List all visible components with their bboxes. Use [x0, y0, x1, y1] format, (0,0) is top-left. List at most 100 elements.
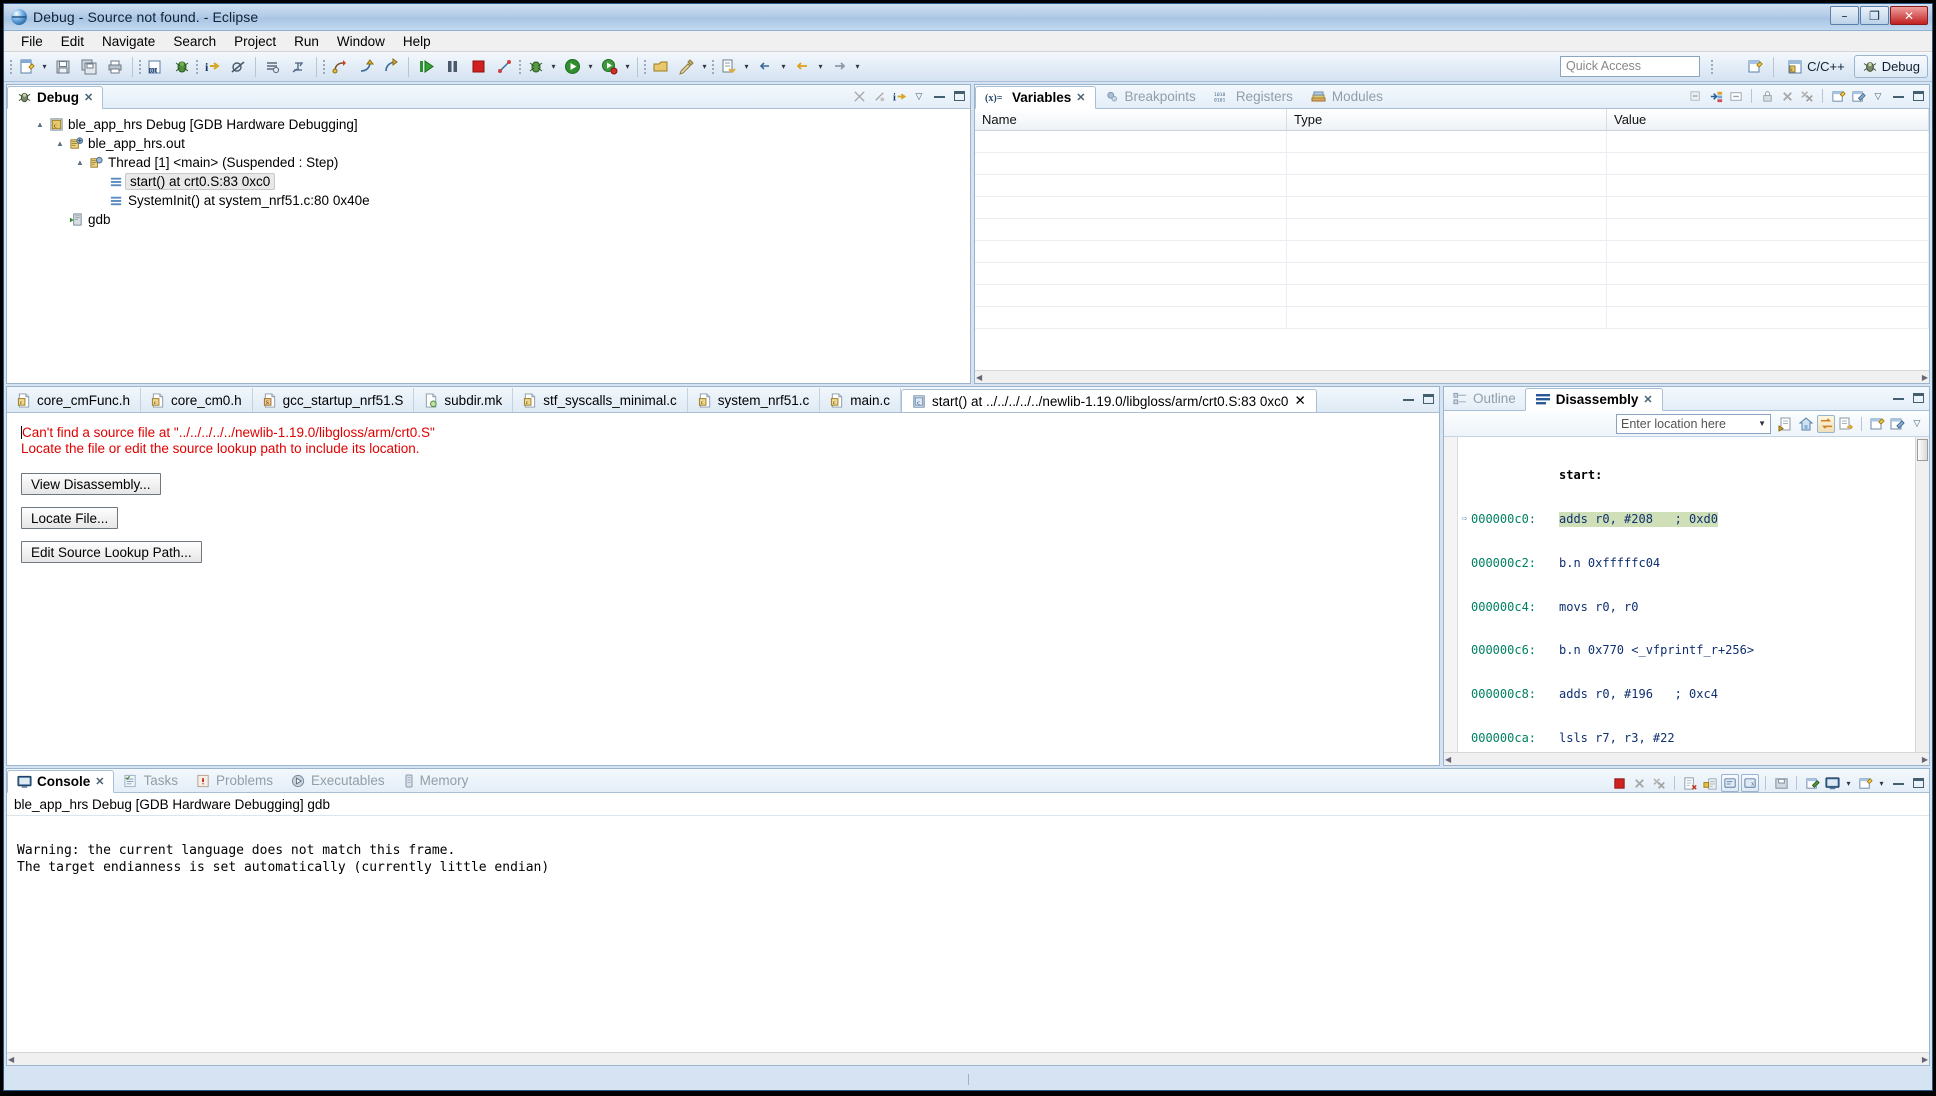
remove-all-launches-icon[interactable]	[1650, 774, 1668, 792]
tree-node-thread[interactable]: ▲ Thread [1] <main> (Suspended : Step)	[7, 153, 970, 172]
menu-file[interactable]: File	[12, 32, 52, 51]
disassembly-line[interactable]: 000000c4: movs r0, r0	[1458, 600, 1915, 615]
disassembly-line[interactable]: 000000c2: b.n 0xfffffc04	[1458, 556, 1915, 571]
search-dropdown-arrow-icon[interactable]: ▾	[699, 55, 710, 79]
new-view-icon[interactable]	[1868, 415, 1886, 433]
step-over-icon[interactable]	[379, 55, 403, 79]
prev-annotation-dropdown-icon[interactable]: ▾	[778, 55, 789, 79]
next-annotation-dropdown-icon[interactable]: ▾	[741, 55, 752, 79]
disassembly-gutter[interactable]	[1444, 437, 1458, 752]
skip-breakpoints-icon[interactable]	[226, 55, 250, 79]
suspend-icon[interactable]	[440, 55, 464, 79]
collapse-icon[interactable]	[1727, 87, 1745, 105]
link-debug-icon[interactable]	[1837, 415, 1855, 433]
prev-annotation-icon[interactable]	[753, 55, 777, 79]
scroll-left-icon[interactable]: ◀	[1445, 755, 1451, 764]
quick-access-input[interactable]: Quick Access	[1560, 56, 1700, 77]
tab-tasks[interactable]: Tasks	[114, 769, 187, 792]
disassembly-line[interactable]: 000000ca: lsls r7, r3, #22	[1458, 731, 1915, 746]
minimize-view-icon-4[interactable]	[1889, 774, 1907, 792]
clear-console-icon[interactable]	[1681, 774, 1699, 792]
expand-arrow-icon-3[interactable]: ▲	[73, 158, 87, 167]
table-row[interactable]	[975, 175, 1929, 197]
perspective-drag-handle[interactable]	[1709, 56, 1714, 78]
tab-debug[interactable]: Debug ✕	[7, 86, 104, 109]
coverage-dropdown-icon[interactable]	[597, 55, 621, 79]
tab-variables[interactable]: (x)= Variables ✕	[975, 86, 1096, 109]
step-info-icon[interactable]: i	[200, 55, 224, 79]
disassembly-line[interactable]: 000000c8: adds r0, #196 ; 0xc4	[1458, 687, 1915, 702]
scroll-left-icon[interactable]: ◀	[976, 373, 982, 382]
minimize-view-icon-2[interactable]	[1889, 87, 1907, 105]
editor-tab-system-nrf51[interactable]: c system_nrf51.c	[688, 388, 821, 412]
toolbar-drag-handle-6[interactable]	[642, 56, 647, 78]
editor-tab-gcc-startup[interactable]: S gcc_startup_nrf51.S	[253, 388, 415, 412]
tab-modules[interactable]: Modules	[1302, 85, 1392, 108]
location-combo[interactable]: Enter location here ▼	[1616, 413, 1771, 434]
menu-run[interactable]: Run	[285, 32, 328, 51]
remove-icon[interactable]	[1778, 87, 1796, 105]
column-name[interactable]: Name	[975, 109, 1287, 130]
toolbar-drag-handle-2[interactable]	[137, 56, 142, 78]
scroll-left-icon[interactable]: ◀	[8, 1055, 14, 1064]
step-into-icon[interactable]	[353, 55, 377, 79]
scroll-right-icon[interactable]: ▶	[1922, 373, 1928, 382]
debug-last-icon[interactable]	[169, 55, 193, 79]
scrollbar-thumb[interactable]	[1917, 439, 1928, 461]
console-output[interactable]: Warning: the current language does not m…	[7, 816, 1929, 876]
terminate-icon[interactable]	[466, 55, 490, 79]
column-type[interactable]: Type	[1287, 109, 1607, 130]
pin-console-icon-2[interactable]: x	[1741, 774, 1759, 792]
tree-node-process[interactable]: ▲ ble_app_hrs.out	[7, 134, 970, 153]
perspective-cpp[interactable]: c C/C++	[1780, 55, 1852, 78]
toolbar-drag-handle[interactable]	[8, 56, 13, 78]
save-console-icon[interactable]	[1772, 774, 1790, 792]
table-row[interactable]	[975, 285, 1929, 307]
variables-hscrollbar[interactable]: ◀ ▶	[975, 370, 1929, 383]
back-nav-icon[interactable]	[790, 55, 814, 79]
menu-project[interactable]: Project	[225, 32, 285, 51]
disassembly-line[interactable]: 000000c6: b.n 0x770 <_vfprintf_r+256>	[1458, 643, 1915, 658]
remove-all-icon[interactable]	[1798, 87, 1816, 105]
menu-window[interactable]: Window	[328, 32, 394, 51]
disassembly-line[interactable]: ⇨ 000000c0: adds r0, #208 ; 0xd0	[1458, 511, 1915, 527]
show-console-icon-2[interactable]	[1721, 774, 1739, 792]
tree-node-frame-start[interactable]: start() at crt0.S:83 0xc0	[7, 172, 970, 191]
editor-tab-core-cm0[interactable]: c core_cm0.h	[141, 388, 253, 412]
maximize-view-icon-2[interactable]	[1909, 87, 1927, 105]
tab-breakpoints[interactable]: Breakpoints	[1096, 85, 1205, 108]
back-nav-dropdown-icon[interactable]: ▾	[815, 55, 826, 79]
editor-tab-main-c[interactable]: c main.c	[820, 388, 902, 412]
scroll-lock-icon[interactable]	[1701, 774, 1719, 792]
new-file-icon[interactable]	[14, 55, 38, 79]
variables-table-rows[interactable]	[975, 131, 1929, 370]
debug-dropdown-arrow-icon[interactable]: ▾	[548, 55, 559, 79]
view-menu-icon[interactable]: ▽	[910, 87, 928, 105]
terminate-icon-2[interactable]	[1610, 774, 1628, 792]
tree-node-gdb[interactable]: gdb	[7, 210, 970, 229]
resume-skip-icon[interactable]	[327, 55, 351, 79]
close-icon[interactable]: ✕	[84, 91, 93, 104]
table-row[interactable]	[975, 263, 1929, 285]
editor-tab-source-not-found[interactable]: c start() at ../../../../../newlib-1.19.…	[901, 389, 1317, 412]
run-dropdown-arrow-icon[interactable]: ▾	[585, 55, 596, 79]
disassembly-hscrollbar[interactable]: ◀ ▶	[1444, 752, 1929, 765]
menu-navigate[interactable]: Navigate	[93, 32, 164, 51]
view-menu-icon-2[interactable]: ▽	[1869, 87, 1887, 105]
chevron-down-icon[interactable]: ▼	[1758, 419, 1766, 428]
display-console-dropdown-icon[interactable]: ▾	[1843, 771, 1854, 795]
toolbar-drag-handle-5[interactable]	[517, 56, 522, 78]
open-type-icon[interactable]	[648, 55, 672, 79]
minimize-view-icon[interactable]	[930, 87, 948, 105]
column-value[interactable]: Value	[1607, 109, 1929, 130]
goto-pc-icon[interactable]	[1777, 415, 1795, 433]
tab-problems[interactable]: Problems	[187, 769, 282, 792]
save-all-icon[interactable]	[77, 55, 101, 79]
disconnect-all-icon[interactable]	[850, 87, 868, 105]
remove-terminated-icon[interactable]	[870, 87, 888, 105]
perspective-debug[interactable]: Debug	[1853, 55, 1928, 78]
show-type-names-icon[interactable]	[1707, 87, 1725, 105]
forward-nav-dropdown-icon[interactable]: ▾	[852, 55, 863, 79]
print-icon[interactable]	[103, 55, 127, 79]
pin-view-icon[interactable]	[1888, 415, 1906, 433]
